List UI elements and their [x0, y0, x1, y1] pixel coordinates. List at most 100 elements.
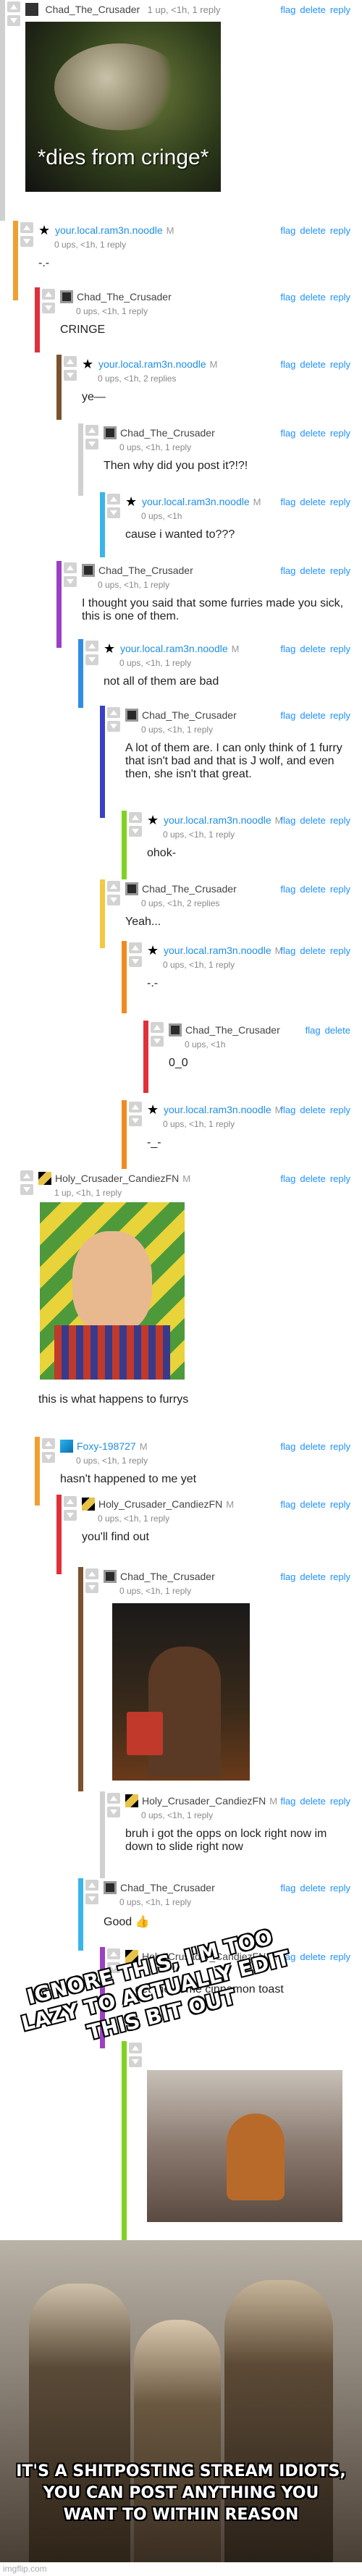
username[interactable]: Chad_The_Crusader	[120, 1571, 215, 1582]
downvote-icon[interactable]	[64, 1510, 77, 1521]
username[interactable]: Chad_The_Crusader	[120, 1882, 215, 1893]
downvote-icon[interactable]	[107, 1807, 120, 1817]
upvote-icon[interactable]	[64, 356, 77, 367]
reply-link[interactable]: reply	[330, 710, 350, 721]
upvote-icon[interactable]	[129, 2043, 142, 2053]
delete-link[interactable]: delete	[300, 1173, 325, 1184]
delete-link[interactable]: delete	[325, 1025, 350, 1036]
username[interactable]: your.local.ram3n.noodle	[98, 358, 206, 370]
downvote-icon[interactable]	[107, 895, 120, 905]
delete-link[interactable]: delete	[300, 1499, 325, 1510]
upvote-icon[interactable]	[7, 1, 20, 12]
reply-link[interactable]: reply	[330, 815, 350, 826]
reply-link[interactable]: reply	[330, 1441, 350, 1452]
delete-link[interactable]: delete	[300, 565, 325, 576]
username[interactable]: Holy_Crusader_CandiezFN	[98, 1498, 222, 1510]
upvote-icon[interactable]	[107, 707, 120, 718]
username[interactable]: your.local.ram3n.noodle	[164, 1104, 272, 1115]
flag-link[interactable]: flag	[280, 292, 295, 303]
reply-link[interactable]: reply	[330, 225, 350, 236]
downvote-icon[interactable]	[20, 1184, 33, 1195]
username[interactable]: your.local.ram3n.noodle	[142, 496, 250, 507]
upvote-icon[interactable]	[85, 1568, 98, 1579]
reply-link[interactable]: reply	[330, 292, 350, 303]
upvote-icon[interactable]	[64, 562, 77, 573]
delete-link[interactable]: delete	[300, 710, 325, 721]
delete-link[interactable]: delete	[300, 4, 325, 15]
reply-link[interactable]: reply	[330, 884, 350, 895]
downvote-icon[interactable]	[7, 15, 20, 26]
downvote-icon[interactable]	[129, 1115, 142, 1126]
downvote-icon[interactable]	[20, 236, 33, 247]
reply-link[interactable]: reply	[330, 945, 350, 956]
downvote-icon[interactable]	[107, 507, 120, 518]
upvote-icon[interactable]	[129, 1102, 142, 1112]
username[interactable]: your.local.ram3n.noodle	[164, 945, 272, 956]
reply-link[interactable]: reply	[330, 428, 350, 439]
flag-link[interactable]: flag	[280, 1883, 295, 1893]
flag-link[interactable]: flag	[280, 428, 295, 439]
downvote-icon[interactable]	[42, 1452, 55, 1463]
flag-link[interactable]: flag	[280, 565, 295, 576]
delete-link[interactable]: delete	[300, 643, 325, 654]
upvote-icon[interactable]	[151, 1022, 164, 1033]
upvote-icon[interactable]	[85, 425, 98, 436]
downvote-icon[interactable]	[42, 303, 55, 313]
username[interactable]: your.local.ram3n.noodle	[120, 643, 228, 654]
username[interactable]: Chad_The_Crusader	[185, 1024, 280, 1036]
username[interactable]: your.local.ram3n.noodle	[164, 814, 272, 826]
upvote-icon[interactable]	[129, 812, 142, 823]
delete-link[interactable]: delete	[300, 1571, 325, 1582]
flag-link[interactable]: flag	[306, 1025, 321, 1036]
downvote-icon[interactable]	[85, 654, 98, 665]
username[interactable]: Chad_The_Crusader	[98, 565, 193, 576]
reply-link[interactable]: reply	[330, 359, 350, 370]
flag-link[interactable]: flag	[280, 225, 295, 236]
flag-link[interactable]: flag	[280, 359, 295, 370]
downvote-icon[interactable]	[129, 956, 142, 967]
username[interactable]: Holy_Crusader_CandiezFN	[55, 1173, 179, 1184]
flag-link[interactable]: flag	[280, 1441, 295, 1452]
flag-link[interactable]: flag	[280, 4, 295, 15]
downvote-icon[interactable]	[64, 370, 77, 381]
upvote-icon[interactable]	[85, 1880, 98, 1891]
username[interactable]: Chad_The_Crusader	[142, 883, 237, 895]
reply-link[interactable]: reply	[330, 1796, 350, 1807]
downvote-icon[interactable]	[64, 576, 77, 587]
upvote-icon[interactable]	[20, 1170, 33, 1181]
delete-link[interactable]: delete	[300, 1441, 325, 1452]
upvote-icon[interactable]	[20, 222, 33, 233]
upvote-icon[interactable]	[107, 881, 120, 892]
delete-link[interactable]: delete	[300, 428, 325, 439]
reply-link[interactable]: reply	[330, 1883, 350, 1893]
flag-link[interactable]: flag	[280, 710, 295, 721]
upvote-icon[interactable]	[64, 1496, 77, 1507]
delete-link[interactable]: delete	[300, 815, 325, 826]
delete-link[interactable]: delete	[300, 1105, 325, 1115]
reply-link[interactable]: reply	[330, 497, 350, 507]
reply-link[interactable]: reply	[330, 1499, 350, 1510]
downvote-icon[interactable]	[85, 1893, 98, 1904]
downvote-icon[interactable]	[151, 1036, 164, 1047]
flag-link[interactable]: flag	[280, 1105, 295, 1115]
username[interactable]: your.local.ram3n.noodle	[55, 224, 163, 236]
upvote-icon[interactable]	[42, 1438, 55, 1449]
flag-link[interactable]: flag	[280, 1499, 295, 1510]
reply-link[interactable]: reply	[330, 1173, 350, 1184]
upvote-icon[interactable]	[85, 641, 98, 651]
downvote-icon[interactable]	[129, 2056, 142, 2067]
delete-link[interactable]: delete	[300, 945, 325, 956]
downvote-icon[interactable]	[129, 826, 142, 837]
delete-link[interactable]: delete	[300, 359, 325, 370]
upvote-icon[interactable]	[107, 494, 120, 504]
flag-link[interactable]: flag	[280, 884, 295, 895]
upvote-icon[interactable]	[107, 1948, 120, 1959]
flag-link[interactable]: flag	[280, 1796, 295, 1807]
username[interactable]: Holy_Crusader_CandiezFN	[142, 1795, 266, 1807]
flag-link[interactable]: flag	[280, 497, 295, 507]
flag-link[interactable]: flag	[280, 1571, 295, 1582]
upvote-icon[interactable]	[107, 1793, 120, 1804]
flag-link[interactable]: flag	[280, 1173, 295, 1184]
upvote-icon[interactable]	[129, 942, 142, 953]
reply-link[interactable]: reply	[330, 1571, 350, 1582]
